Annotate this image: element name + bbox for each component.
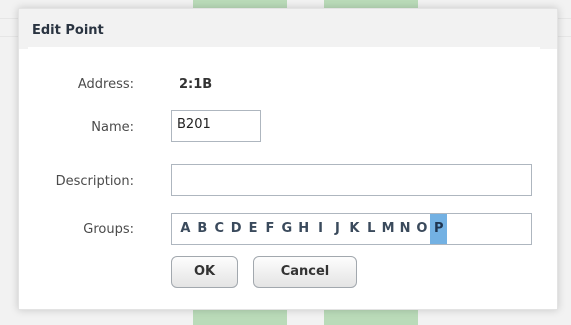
group-e[interactable]: E	[245, 214, 262, 244]
edit-point-dialog: Edit Point Address: 2:1B Name: B201 Desc…	[18, 8, 558, 310]
group-j[interactable]: J	[329, 214, 346, 244]
description-label: Description:	[55, 174, 134, 189]
description-field[interactable]	[171, 164, 532, 196]
group-o[interactable]: O	[413, 214, 430, 244]
group-c[interactable]: C	[211, 214, 228, 244]
group-m[interactable]: M	[380, 214, 397, 244]
group-g[interactable]: G	[278, 214, 295, 244]
group-f[interactable]: F	[261, 214, 278, 244]
groups-label: Groups:	[83, 222, 134, 237]
address-value: 2:1B	[179, 77, 213, 92]
group-k[interactable]: K	[346, 214, 363, 244]
background-green-cell	[324, 308, 418, 325]
ok-button[interactable]: OK	[171, 256, 238, 288]
group-l[interactable]: L	[363, 214, 380, 244]
group-p[interactable]: P	[430, 214, 448, 244]
group-d[interactable]: D	[228, 214, 245, 244]
dialog-titlebar: Edit Point	[19, 9, 557, 49]
dialog-body: Address: 2:1B Name: B201 Description: Gr…	[28, 47, 540, 297]
background-green-cell	[193, 308, 287, 325]
cancel-button[interactable]: Cancel	[253, 256, 357, 288]
group-b[interactable]: B	[194, 214, 211, 244]
address-label: Address:	[77, 77, 134, 92]
name-label: Name:	[91, 120, 134, 135]
groups-selector: ABCDEFGHIJKLMNOP	[171, 213, 532, 245]
group-n[interactable]: N	[397, 214, 414, 244]
group-h[interactable]: H	[295, 214, 312, 244]
group-a[interactable]: A	[177, 214, 194, 244]
dialog-title: Edit Point	[32, 23, 104, 38]
group-i[interactable]: I	[312, 214, 329, 244]
name-field[interactable]: B201	[171, 110, 261, 142]
